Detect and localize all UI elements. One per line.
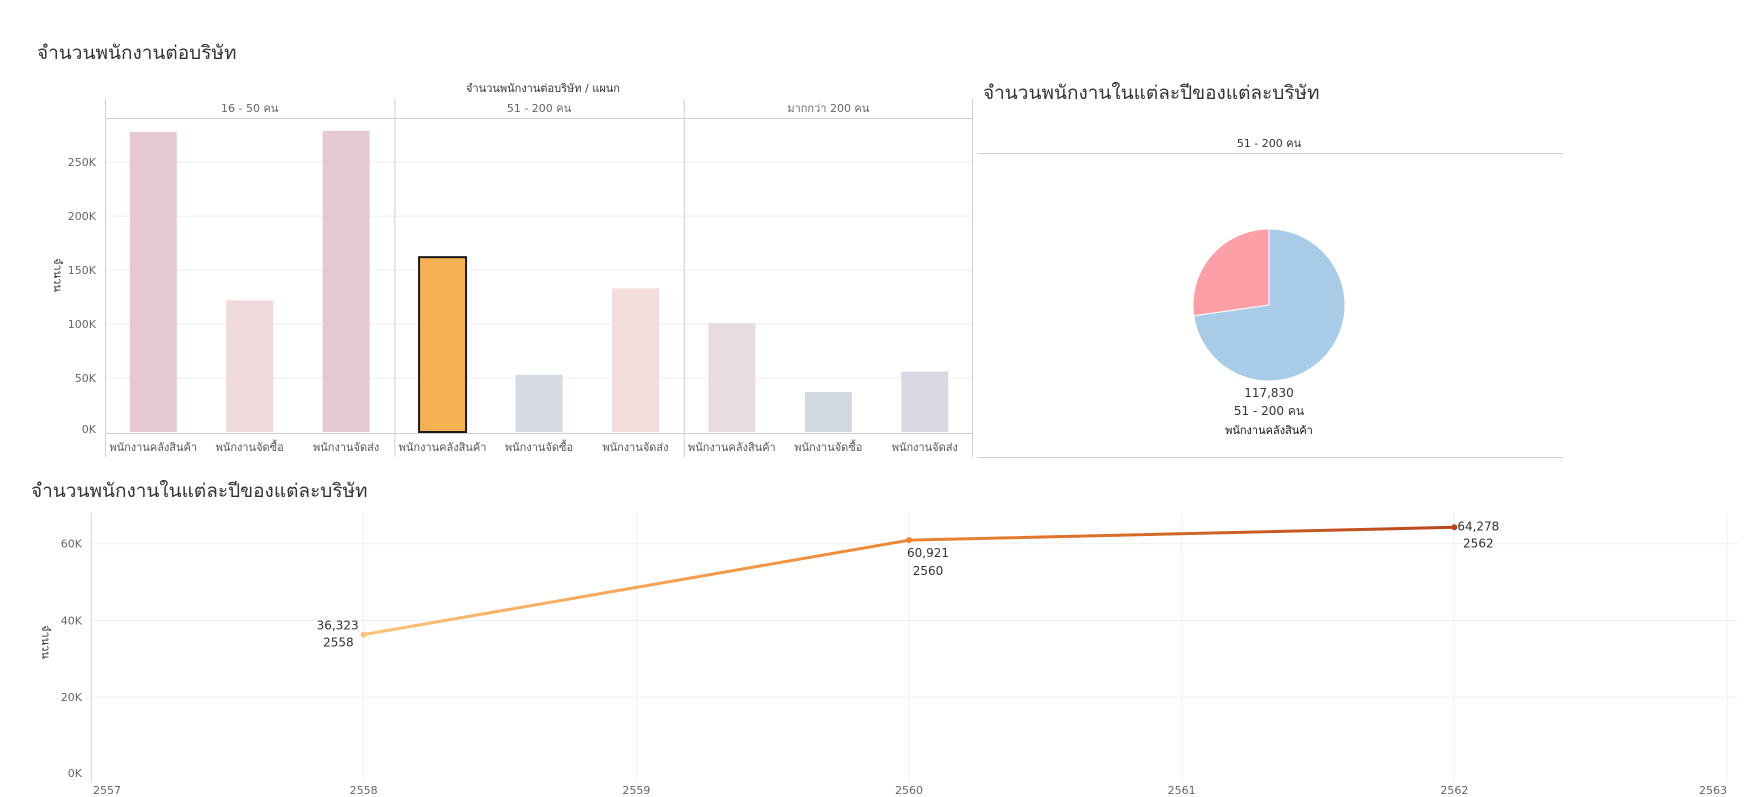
line-chart: 0K 20K 40K 60K 2557 2558 2559 2560 2561 2562 2563 จ…	[39, 513, 1738, 797]
bar	[226, 300, 274, 432]
line-xtick-label: 2557	[93, 784, 121, 797]
bar-category-label: พนักงานจัดส่ง	[602, 441, 668, 454]
pie-category-label: พนักงานคลังสินค้า	[1225, 424, 1313, 437]
bar-panel-label: 16 - 50 คน	[221, 102, 279, 115]
line-point-year-label: 2560	[913, 564, 944, 578]
bar-category-label: พนักงานจัดส่ง	[892, 441, 958, 454]
bar-category-label: พนักงานจัดส่ง	[313, 441, 379, 454]
line-point-year-label: 2562	[1463, 536, 1494, 550]
bar	[322, 130, 370, 432]
bar-panel-label: มากกว่า 200 คน	[787, 102, 869, 115]
bar	[515, 374, 563, 432]
bar-category-label: พนักงานจัดซื้อ	[505, 439, 573, 454]
pie-group-label: 51 - 200 คน	[1234, 404, 1304, 418]
pie-slice	[1192, 228, 1270, 317]
line-ytick-label: 0K	[68, 767, 83, 780]
line-point-value-label: 64,278	[1457, 519, 1499, 533]
bar-category-label: พนักงานคลังสินค้า	[109, 441, 197, 454]
bar-chart-ylabel: จำนวน	[51, 258, 64, 292]
bar	[708, 322, 756, 432]
line-point-year-label: 2558	[323, 636, 354, 650]
line-xtick-label: 2562	[1440, 784, 1468, 797]
line-point-value-label: 60,921	[907, 546, 949, 560]
bar-ytick-label: 250K	[68, 156, 97, 169]
line-point-value-label: 36,323	[317, 619, 359, 633]
bar-ytick-label: 0K	[82, 423, 97, 436]
line-xtick-label: 2561	[1168, 784, 1196, 797]
bar	[611, 288, 659, 432]
pie-chart: 51 - 200 คน 117,830 51 - 200 คนพนักงานคลัง…	[977, 137, 1563, 458]
bar-ytick-label: 100K	[68, 318, 97, 331]
line-xtick-label: 2563	[1699, 784, 1727, 797]
bar-category-label: พนักงานคลังสินค้า	[688, 441, 776, 454]
bar	[418, 256, 468, 434]
bar-ytick-label: 200K	[68, 210, 97, 223]
line-xtick-label: 2559	[622, 784, 650, 797]
bar	[901, 371, 949, 432]
bar-ytick-label: 150K	[68, 264, 97, 277]
bar-panel-label: 51 - 200 คน	[507, 102, 572, 115]
line-xtick-label: 2558	[350, 784, 378, 797]
line-xtick-label: 2560	[895, 784, 923, 797]
bar-category-label: พนักงานจัดซื้อ	[794, 439, 862, 454]
line-ytick-label: 40K	[61, 614, 83, 627]
line-ytick-label: 60K	[61, 538, 83, 551]
bar	[804, 392, 852, 432]
line-chart-ylabel: จำนวน	[39, 625, 52, 659]
bar	[129, 131, 177, 432]
line-point	[360, 631, 367, 638]
pie-header: 51 - 200 คน	[1237, 137, 1302, 150]
bar-chart: จำนวนพนักงานต่อบริษัท / แผนกจำนวน 0K 50K 10…	[51, 82, 973, 457]
line-ytick-label: 20K	[61, 691, 83, 704]
bar-category-label: พนักงานจัดซื้อ	[216, 439, 284, 454]
bar-ytick-label: 50K	[75, 372, 97, 385]
line-point	[906, 537, 912, 544]
bar-category-label: พนักงานคลังสินค้า	[399, 441, 487, 454]
line-chart-title: จำนวนพนักงานในแต่ละปีของแต่ละบริษัท	[31, 480, 368, 502]
pie-chart-title: จำนวนพนักงานในแต่ละปีของแต่ละบริษัท	[983, 82, 1320, 104]
bar-chart-header: จำนวนพนักงานต่อบริษัท / แผนก	[466, 82, 620, 95]
pie-value-label: 117,830	[1244, 386, 1294, 400]
